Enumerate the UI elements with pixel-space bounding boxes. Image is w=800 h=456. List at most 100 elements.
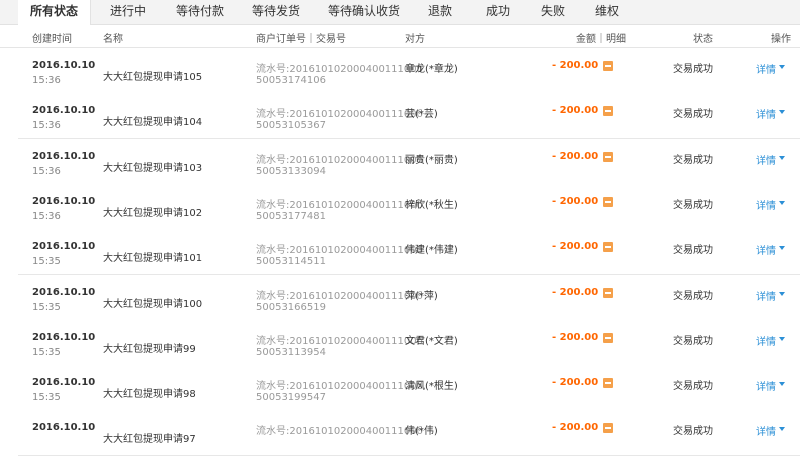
row-date: 2016.10.10 bbox=[32, 241, 96, 253]
row-time: 15:36 bbox=[32, 120, 61, 132]
row-name: 大大红包提现申请98 bbox=[103, 389, 196, 401]
detail-list-icon[interactable] bbox=[603, 61, 613, 71]
row-name: 大大红包提现申请104 bbox=[103, 117, 203, 129]
row-time: 15:36 bbox=[32, 210, 61, 222]
col-order: 商户订单号｜交易号 bbox=[256, 34, 346, 45]
tab-success[interactable]: 成功 bbox=[478, 0, 518, 24]
detail-list-icon[interactable] bbox=[603, 196, 613, 207]
tab-failed[interactable]: 失败 bbox=[533, 0, 573, 24]
row-date: 2016.10.10 bbox=[32, 422, 96, 434]
tab-awaiting-receipt[interactable]: 等待确认收货 bbox=[322, 0, 406, 24]
table-row: 2016.10.10 15:35 大大红包提现申请98 流水号:20161010… bbox=[18, 365, 800, 412]
row-date: 2016.10.10 bbox=[32, 105, 96, 117]
details-link[interactable]: 详情 bbox=[756, 333, 776, 348]
row-trade-no: 50053105367 bbox=[256, 120, 326, 132]
detail-list-icon[interactable] bbox=[603, 423, 613, 434]
row-counterparty: 清风(*根生) bbox=[405, 381, 458, 393]
col-op: 操作 bbox=[771, 34, 791, 45]
row-amount: - 200.00 bbox=[552, 195, 599, 207]
table-header: 创建时间 名称 商户订单号｜交易号 对方 金额｜明细 状态 操作 bbox=[0, 25, 800, 48]
row-trade-no: 50053166519 bbox=[256, 301, 326, 313]
row-trade-no: 50053177481 bbox=[256, 210, 326, 222]
detail-list-icon[interactable] bbox=[603, 332, 613, 343]
chevron-down-icon[interactable] bbox=[779, 65, 785, 69]
row-serial: 流水号:20161010200040011100б bbox=[256, 335, 423, 347]
detail-list-icon[interactable] bbox=[603, 151, 613, 162]
col-name: 名称 bbox=[103, 34, 123, 45]
detail-list-icon[interactable] bbox=[603, 106, 613, 117]
row-name: 大大红包提现申请99 bbox=[103, 343, 196, 355]
tab-dispute[interactable]: 维权 bbox=[587, 0, 627, 24]
row-serial: 流水号:20161010200040011100б bbox=[256, 199, 423, 211]
chevron-down-icon[interactable] bbox=[779, 336, 785, 341]
tab-awaiting-shipment[interactable]: 等待发货 bbox=[246, 0, 306, 24]
row-serial: 流水号:20161010200040011100б bbox=[256, 64, 423, 75]
chevron-down-icon[interactable] bbox=[779, 110, 785, 115]
chevron-down-icon[interactable] bbox=[779, 382, 785, 387]
chevron-down-icon[interactable] bbox=[779, 246, 785, 251]
row-name: 大大红包提现申请100 bbox=[103, 298, 203, 310]
tab-in-progress[interactable]: 进行中 bbox=[100, 0, 156, 24]
details-link[interactable]: 详情 bbox=[756, 106, 776, 121]
row-amount: - 200.00 bbox=[552, 241, 599, 253]
row-counterparty: 伟建(*伟建) bbox=[405, 245, 458, 257]
row-date: 2016.10.10 bbox=[32, 195, 96, 207]
row-time: 15:35 bbox=[32, 392, 61, 404]
table-row: 2016.10.10 15:35 大大红包提现申请99 流水号:20161010… bbox=[18, 319, 800, 366]
details-link[interactable]: 详情 bbox=[756, 288, 776, 303]
table-row: 2016.10.10 15:36 大大红包提现申请104 流水号:2016101… bbox=[18, 93, 800, 140]
tab-all-status[interactable]: 所有状态 bbox=[18, 0, 91, 25]
row-time: 15:36 bbox=[32, 165, 61, 177]
row-name: 大大红包提现申请103 bbox=[103, 162, 203, 174]
row-name: 大大红包提现申请97 bbox=[103, 434, 196, 446]
row-amount: - 200.00 bbox=[552, 331, 599, 343]
row-amount: - 200.00 bbox=[552, 105, 599, 117]
row-counterparty: 萍(*萍) bbox=[405, 290, 438, 302]
status-tab-bar: 所有状态 进行中 等待付款 等待发货 等待确认收货 退款 成功 失败 维权 bbox=[0, 0, 800, 25]
details-link[interactable]: 详情 bbox=[756, 423, 776, 438]
row-time: 15:36 bbox=[32, 75, 61, 86]
row-amount: - 200.00 bbox=[552, 150, 599, 162]
row-counterparty: 章龙(*章龙) bbox=[405, 64, 458, 75]
row-trade-no: 50053113954 bbox=[256, 346, 326, 358]
tab-awaiting-payment[interactable]: 等待付款 bbox=[170, 0, 230, 24]
row-date: 2016.10.10 bbox=[32, 286, 96, 298]
row-status: 交易成功 bbox=[673, 199, 713, 211]
details-link[interactable]: 详情 bbox=[756, 378, 776, 393]
row-name: 大大红包提现申请102 bbox=[103, 207, 203, 219]
row-counterparty: 伟(*伟) bbox=[405, 426, 438, 438]
row-serial: 流水号:20161010200040011100б bbox=[256, 109, 423, 121]
detail-list-icon[interactable] bbox=[603, 242, 613, 253]
col-party: 对方 bbox=[405, 34, 425, 45]
detail-list-icon[interactable] bbox=[603, 287, 613, 298]
row-counterparty: 梓欣(*秋生) bbox=[405, 199, 458, 211]
row-status: 交易成功 bbox=[673, 245, 713, 257]
row-serial: 流水号:20161010200040011100б bbox=[256, 290, 423, 302]
row-counterparty: 丽贵(*丽贵) bbox=[405, 154, 458, 166]
details-link[interactable]: 详情 bbox=[756, 242, 776, 257]
row-status: 交易成功 bbox=[673, 335, 713, 347]
row-time: 15:35 bbox=[32, 301, 61, 313]
col-amount: 金额｜明细 bbox=[576, 34, 626, 45]
row-trade-no: 50053174106 bbox=[256, 75, 326, 86]
details-link[interactable]: 详情 bbox=[756, 61, 776, 76]
row-status: 交易成功 bbox=[673, 154, 713, 166]
chevron-down-icon[interactable] bbox=[779, 291, 785, 296]
chevron-down-icon[interactable] bbox=[779, 200, 785, 205]
tab-refund[interactable]: 退款 bbox=[420, 0, 460, 24]
chevron-down-icon[interactable] bbox=[779, 155, 785, 160]
row-time: 15:35 bbox=[32, 346, 61, 358]
chevron-down-icon[interactable] bbox=[779, 427, 785, 432]
detail-list-icon[interactable] bbox=[603, 378, 613, 389]
row-date: 2016.10.10 bbox=[32, 331, 96, 343]
row-counterparty: 文君(*文君) bbox=[405, 335, 458, 347]
row-status: 交易成功 bbox=[673, 290, 713, 302]
col-created: 创建时间 bbox=[32, 34, 72, 45]
row-serial: 流水号:20161010200040011100б bbox=[256, 381, 423, 393]
details-link[interactable]: 详情 bbox=[756, 152, 776, 167]
table-row: 2016.10.10 15:36 大大红包提现申请102 流水号:2016101… bbox=[18, 183, 800, 230]
row-trade-no: 50053133094 bbox=[256, 165, 326, 177]
row-status: 交易成功 bbox=[673, 64, 713, 75]
table-row: 2016.10.10 大大红包提现申请97 流水号:20161010200040… bbox=[18, 410, 800, 456]
details-link[interactable]: 详情 bbox=[756, 197, 776, 212]
